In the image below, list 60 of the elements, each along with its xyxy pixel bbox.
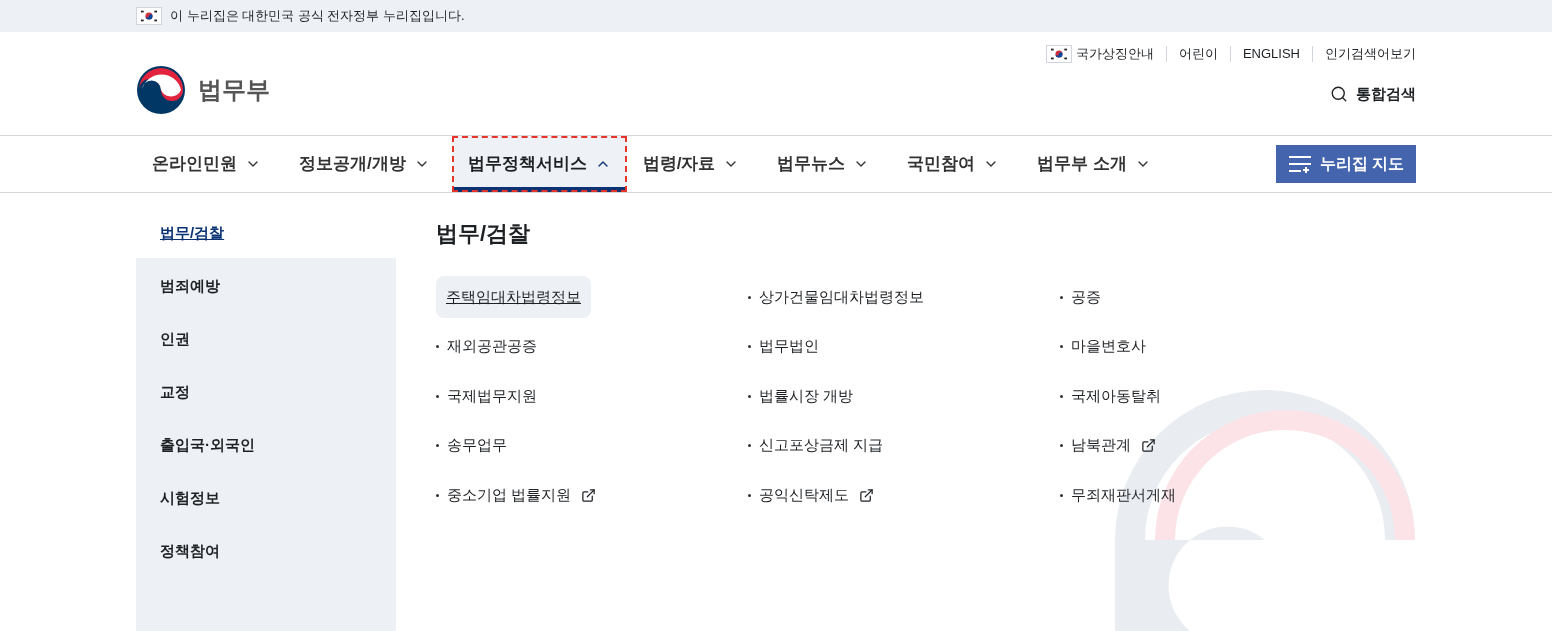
sidebar-item[interactable]: 인권 [136, 315, 396, 364]
bullet-icon [748, 345, 751, 348]
search-icon [1330, 84, 1348, 103]
nav-tab[interactable]: 법무정책서비스 [451, 136, 627, 192]
menu-link[interactable]: 상가건물임대차법령정보 [748, 276, 924, 318]
government-banner-text: 이 누리집은 대한민국 공식 전자정부 누리집입니다. [170, 7, 465, 26]
utility-link[interactable]: 국가상징안내 [1045, 44, 1154, 64]
bullet-icon [436, 394, 439, 398]
nav-tab[interactable]: 정보공개/개방 [283, 136, 446, 192]
utility-link[interactable]: ENGLISH [1242, 44, 1300, 64]
flag-icon [1045, 44, 1072, 63]
sidebar-item[interactable]: 법무/검찰 [136, 209, 396, 258]
external-link-icon [859, 487, 874, 503]
nav-tab[interactable]: 법무뉴스 [761, 136, 886, 192]
bullet-icon [1060, 394, 1063, 398]
bullet-icon [1060, 295, 1063, 299]
menu-plus-icon [1287, 155, 1312, 173]
bullet-icon [1060, 444, 1063, 447]
bullet-icon [1060, 345, 1063, 348]
menu-link[interactable]: 중소기업 법률지원 [436, 474, 597, 516]
external-link-icon [581, 487, 597, 503]
utility-link[interactable]: 어린이 [1178, 44, 1218, 64]
menu-link[interactable]: 공익신탁제도 [748, 474, 874, 516]
menu-link[interactable]: 법률시장 개방 [748, 375, 854, 417]
menu-link[interactable]: 마을변호사 [1060, 325, 1146, 368]
sidebar-item[interactable]: 출입국·외국인 [136, 421, 396, 470]
section-title: 법무/검찰 [436, 220, 532, 248]
sidebar-item[interactable]: 시험정보 [136, 474, 396, 523]
search-button[interactable]: 통합검색 [1330, 82, 1416, 105]
nav-tab[interactable]: 법령/자료 [626, 136, 756, 192]
bullet-icon [748, 295, 751, 299]
nav-tab[interactable]: 법무부 소개 [1021, 136, 1168, 192]
menu-link[interactable]: 신고포상금제 지급 [748, 424, 884, 467]
menu-link[interactable]: 공증 [1060, 276, 1101, 318]
bullet-icon [748, 493, 751, 497]
bullet-icon [748, 444, 751, 447]
utility-link[interactable]: 인기검색어보기 [1325, 44, 1416, 64]
sidebar-item[interactable]: 범죄예방 [136, 262, 396, 311]
menu-link[interactable]: 송무업무 [436, 424, 507, 467]
menu-link[interactable]: 재외공관공증 [436, 325, 537, 368]
flag-icon [136, 7, 162, 25]
bullet-icon [436, 493, 439, 497]
logo-text: 법무부 [198, 74, 270, 105]
bullet-icon [436, 444, 439, 447]
menu-link[interactable]: 국제법무지원 [436, 375, 537, 417]
bullet-icon [748, 394, 751, 398]
menu-link[interactable]: 법무법인 [748, 325, 819, 368]
sidebar-item[interactable]: 정책참여 [136, 527, 396, 576]
menu-link[interactable]: 주택임대차법령정보 [436, 276, 591, 318]
bullet-icon [436, 345, 439, 348]
external-link-icon [1141, 438, 1156, 453]
sitemap-button[interactable]: 누리집 지도 [1275, 145, 1416, 183]
nav-tab[interactable]: 국민참여 [891, 136, 1016, 192]
menu-link[interactable]: 무죄재판서게재 [1060, 474, 1176, 516]
menu-link[interactable]: 남북관계 [1060, 424, 1156, 467]
logo-icon [136, 64, 186, 115]
bullet-icon [1060, 493, 1063, 497]
menu-link[interactable]: 국제아동탈취 [1060, 375, 1161, 417]
sidebar-item[interactable]: 교정 [136, 368, 396, 417]
nav-tab[interactable]: 온라인민원 [136, 136, 277, 192]
